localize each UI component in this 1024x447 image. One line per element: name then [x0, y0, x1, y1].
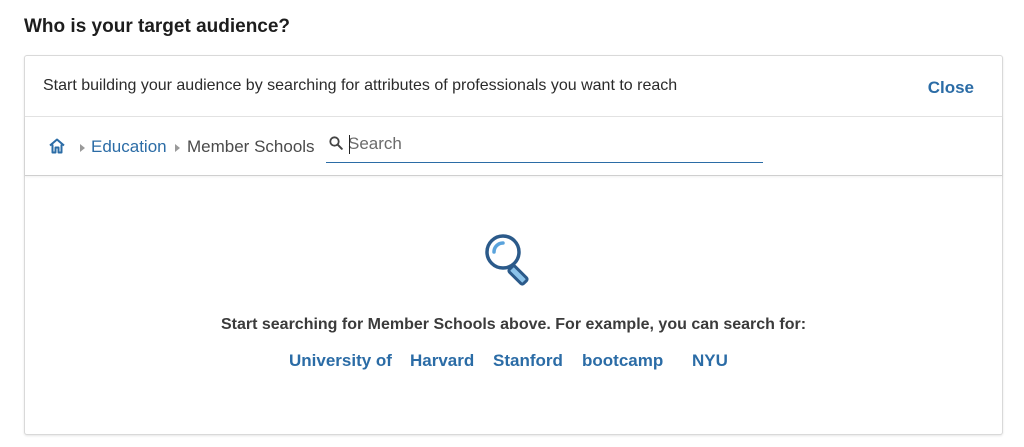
suggestion-university-of[interactable]: University of: [289, 351, 392, 371]
audience-page: Who is your target audience? Start build…: [0, 0, 1024, 447]
search-field[interactable]: [326, 127, 763, 163]
chevron-right-icon: [175, 144, 180, 152]
suggestion-stanford[interactable]: Stanford: [493, 351, 563, 371]
magnifying-glass-icon: [485, 234, 529, 286]
home-icon[interactable]: [47, 136, 67, 156]
chevron-right-icon: [80, 144, 85, 152]
text-cursor: [349, 135, 350, 154]
breadcrumb-item-education[interactable]: Education: [91, 137, 167, 157]
panel-description: Start building your audience by searchin…: [43, 77, 678, 94]
breadcrumb: Education Member Schools: [25, 117, 1002, 176]
suggestion-nyu[interactable]: NYU: [692, 351, 728, 371]
suggestion-bootcamp[interactable]: bootcamp: [582, 351, 663, 371]
empty-state-text: Start searching for Member Schools above…: [220, 316, 807, 333]
audience-builder-panel: Start building your audience by searchin…: [24, 55, 1003, 435]
close-button[interactable]: Close: [928, 78, 974, 98]
search-icon: [329, 136, 343, 150]
search-input[interactable]: [348, 131, 753, 157]
breadcrumb-item-member-schools: Member Schools: [187, 137, 315, 156]
suggestion-harvard[interactable]: Harvard: [410, 351, 474, 371]
empty-state: Start searching for Member Schools above…: [25, 176, 1002, 434]
panel-header: Start building your audience by searchin…: [25, 56, 1002, 117]
page-title: Who is your target audience?: [24, 16, 291, 37]
